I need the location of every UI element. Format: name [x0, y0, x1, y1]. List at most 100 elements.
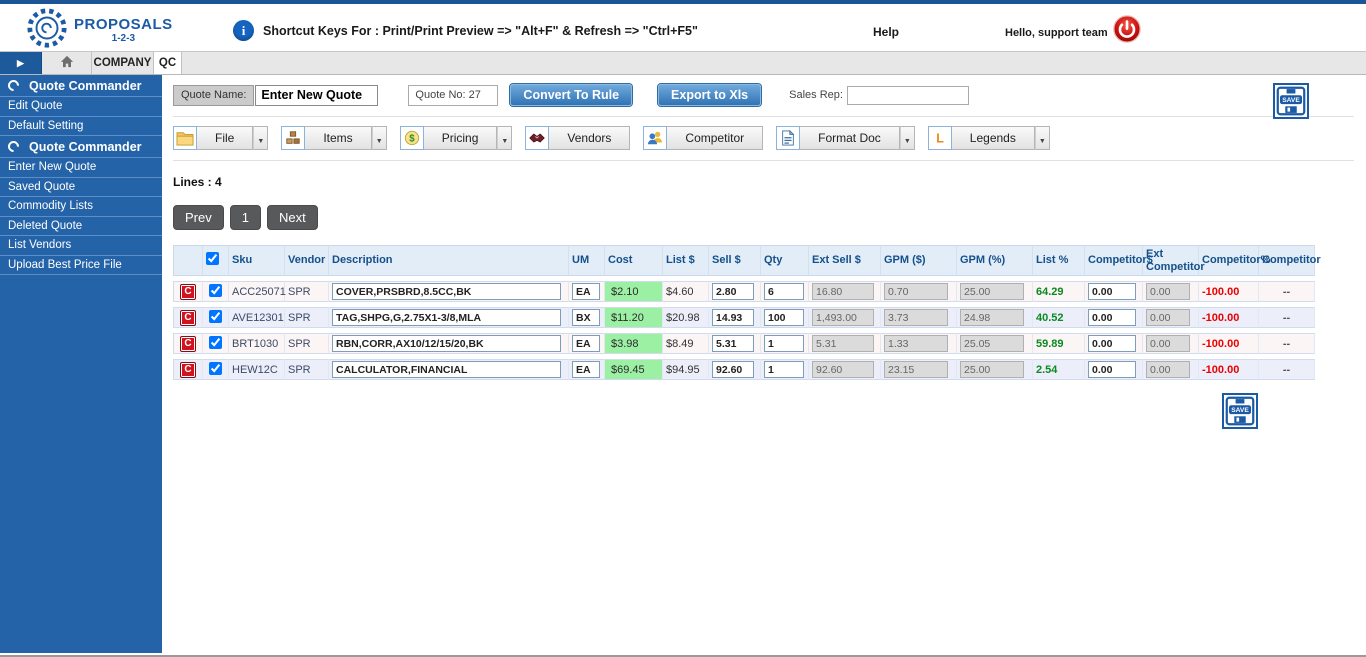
- prev-page-button[interactable]: Prev: [173, 205, 224, 230]
- quote-name-input[interactable]: [255, 85, 378, 106]
- select-all-checkbox[interactable]: [206, 252, 219, 265]
- row-checkbox[interactable]: [209, 284, 222, 297]
- sidebar-item-deleted-quote[interactable]: Deleted Quote: [0, 217, 162, 237]
- toolbar-group-vendors: Vendors: [525, 126, 630, 150]
- home-icon: [60, 55, 74, 71]
- competitor-menu-button[interactable]: Competitor: [667, 126, 763, 150]
- pricing-menu-arrow[interactable]: ▼: [497, 126, 512, 150]
- row-checkbox[interactable]: [209, 336, 222, 349]
- sidebar-item-edit-quote[interactable]: Edit Quote: [0, 97, 162, 117]
- sidebar-item-enter-new-quote[interactable]: Enter New Quote: [0, 158, 162, 178]
- list-price-cell: $8.49: [663, 333, 709, 354]
- legends-icon[interactable]: L: [928, 126, 952, 150]
- people-icon[interactable]: [643, 126, 667, 150]
- sidebar-item-commodity-lists[interactable]: Commodity Lists: [0, 197, 162, 217]
- sell-input[interactable]: [712, 335, 754, 352]
- row-action-button[interactable]: C: [180, 362, 196, 378]
- pricing-menu-button[interactable]: Pricing: [424, 126, 498, 150]
- logo-title: PROPOSALS: [74, 17, 173, 32]
- sell-input[interactable]: [712, 283, 754, 300]
- user-greeting: Hello, support team: [1005, 27, 1108, 39]
- file-menu-button[interactable]: File: [197, 126, 253, 150]
- cost-cell: $69.45: [605, 359, 663, 380]
- document-icon[interactable]: [776, 126, 800, 150]
- legends-menu-button[interactable]: Legends: [952, 126, 1035, 150]
- qty-input[interactable]: [764, 361, 804, 378]
- file-menu-arrow[interactable]: ▼: [253, 126, 268, 150]
- pricing-icon[interactable]: $: [400, 126, 424, 150]
- tab-company[interactable]: COMPANY: [92, 52, 154, 74]
- help-link[interactable]: Help: [873, 25, 899, 39]
- competitor-pct-cell: -100.00: [1199, 307, 1259, 328]
- format-doc-menu-button[interactable]: Format Doc: [800, 126, 900, 150]
- chevron-down-icon: ▼: [501, 138, 508, 145]
- header-qty: Qty: [761, 245, 809, 276]
- folder-icon[interactable]: [173, 126, 197, 150]
- save-button-bottom[interactable]: SAVE: [1222, 393, 1258, 429]
- chevron-down-icon: ▼: [904, 138, 911, 145]
- tab-qc[interactable]: QC: [154, 52, 182, 74]
- row-action-button[interactable]: C: [180, 310, 196, 326]
- list-pct-cell: 2.54: [1033, 359, 1085, 380]
- row-checkbox[interactable]: [209, 362, 222, 375]
- competitor-dollar-input[interactable]: [1088, 283, 1136, 300]
- page-1-button[interactable]: 1: [230, 205, 261, 230]
- qty-input[interactable]: [764, 335, 804, 352]
- um-input[interactable]: [572, 283, 600, 300]
- header-action-col: [173, 245, 203, 276]
- sidebar-item-default-setting[interactable]: Default Setting: [0, 117, 162, 137]
- sku-cell: HEW12C: [229, 359, 285, 380]
- header-description: Description: [329, 245, 569, 276]
- vendors-menu-button[interactable]: Vendors: [549, 126, 630, 150]
- description-input[interactable]: [332, 283, 561, 300]
- description-input[interactable]: [332, 309, 561, 326]
- pagination: Prev 1 Next: [173, 205, 1366, 230]
- sku-cell: ACC25071: [229, 281, 285, 302]
- um-input[interactable]: [572, 335, 600, 352]
- sidebar-header-quote-commander-2[interactable]: Quote Commander: [0, 136, 162, 158]
- sidebar-item-upload-best-price-file[interactable]: Upload Best Price File: [0, 256, 162, 276]
- items-menu-arrow[interactable]: ▼: [372, 126, 387, 150]
- row-checkbox[interactable]: [209, 310, 222, 323]
- svg-text:SAVE: SAVE: [1282, 97, 1300, 104]
- qty-input[interactable]: [764, 283, 804, 300]
- items-menu-button[interactable]: Items: [305, 126, 371, 150]
- sales-rep-input[interactable]: [847, 86, 969, 105]
- ext-competitor-field: [1146, 361, 1190, 378]
- sell-input[interactable]: [712, 361, 754, 378]
- tab-expand-arrow[interactable]: ▶: [0, 52, 42, 74]
- row-action-button[interactable]: C: [180, 336, 196, 352]
- description-input[interactable]: [332, 361, 561, 378]
- export-to-xls-button[interactable]: Export to Xls: [658, 84, 761, 106]
- format-doc-menu-arrow[interactable]: ▼: [900, 126, 915, 150]
- um-input[interactable]: [572, 361, 600, 378]
- um-input[interactable]: [572, 309, 600, 326]
- sidebar-item-saved-quote[interactable]: Saved Quote: [0, 178, 162, 198]
- logout-power-icon[interactable]: [1113, 15, 1141, 43]
- sidebar-header-quote-commander-1[interactable]: Quote Commander: [0, 75, 162, 97]
- convert-to-rule-button[interactable]: Convert To Rule: [510, 84, 632, 106]
- sell-input[interactable]: [712, 309, 754, 326]
- description-input[interactable]: [332, 335, 561, 352]
- competitor-cell: --: [1259, 281, 1315, 302]
- competitor-cell: --: [1259, 307, 1315, 328]
- sidebar-item-list-vendors[interactable]: List Vendors: [0, 236, 162, 256]
- legends-menu-arrow[interactable]: ▼: [1035, 126, 1050, 150]
- qty-input[interactable]: [764, 309, 804, 326]
- next-page-button[interactable]: Next: [267, 205, 318, 230]
- app-window: PROPOSALS 1-2-3 i Shortcut Keys For : Pr…: [0, 0, 1366, 657]
- gpm-pct-field: [960, 335, 1024, 352]
- save-button-top[interactable]: SAVE: [1273, 83, 1309, 119]
- competitor-dollar-input[interactable]: [1088, 335, 1136, 352]
- tab-home[interactable]: [42, 52, 92, 74]
- ext-sell-field: [812, 283, 874, 300]
- competitor-dollar-input[interactable]: [1088, 309, 1136, 326]
- gpm-pct-field: [960, 309, 1024, 326]
- items-icon[interactable]: [281, 126, 305, 150]
- header-competitor-pct: Competitor%: [1199, 245, 1259, 276]
- cost-cell: $11.20: [605, 307, 663, 328]
- row-action-button[interactable]: C: [180, 284, 196, 300]
- handshake-icon[interactable]: [525, 126, 549, 150]
- competitor-dollar-input[interactable]: [1088, 361, 1136, 378]
- list-price-cell: $94.95: [663, 359, 709, 380]
